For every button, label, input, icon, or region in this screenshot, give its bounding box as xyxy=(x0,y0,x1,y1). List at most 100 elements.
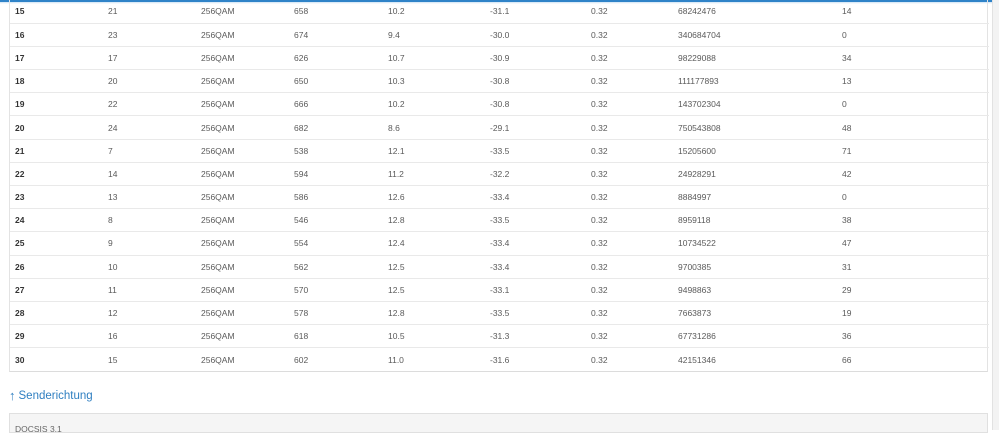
downstream-channel-table: 15 21 256QAM 658 10.2 -31.1 0.32 68242476 14 16 23… xyxy=(9,0,989,372)
table-cell: 13 xyxy=(842,76,852,87)
table-cell: 15205600 xyxy=(678,145,716,156)
table-cell: 8 xyxy=(108,215,113,226)
table-cell: 47 xyxy=(842,238,852,249)
table-cell: -31.3 xyxy=(490,331,510,342)
table-cell: 674 xyxy=(294,29,309,40)
table-row: 16 23 256QAM 674 9.4 -30.0 0.32 340684704 0 xyxy=(10,23,989,47)
table-cell: 21 xyxy=(108,6,118,17)
senderichtung-link[interactable]: ↑ Senderichtung xyxy=(9,389,93,402)
table-cell: 256QAM xyxy=(201,122,235,133)
table-cell: -31.6 xyxy=(490,354,510,365)
table-cell: 12.8 xyxy=(388,308,405,319)
table-cell: 9.4 xyxy=(388,29,400,40)
table-row: 15 21 256QAM 658 10.2 -31.1 0.32 68242476 14 xyxy=(10,0,989,24)
table-cell: 12.6 xyxy=(388,192,405,203)
table-cell: 11.2 xyxy=(388,168,404,179)
table-cell: 256QAM xyxy=(201,192,235,203)
table-cell: 19 xyxy=(842,308,852,319)
table-cell: 7 xyxy=(108,145,113,156)
table-cell: 594 xyxy=(294,168,309,179)
table-cell: -30.8 xyxy=(490,99,510,110)
table-cell: 602 xyxy=(294,354,309,365)
table-cell: 27 xyxy=(15,284,25,295)
table-cell: 14 xyxy=(842,6,852,17)
table-cell: 256QAM xyxy=(201,331,235,342)
docsis-panel: DOCSIS 3.1 xyxy=(9,413,988,434)
table-cell: 25 xyxy=(15,238,25,249)
scrollbar-track[interactable] xyxy=(992,0,999,430)
table-cell: 98229088 xyxy=(678,52,716,63)
table-cell: 578 xyxy=(294,308,309,319)
table-cell: 0.32 xyxy=(591,52,608,63)
table-cell: 22 xyxy=(15,168,25,179)
table-cell: 12 xyxy=(108,308,118,319)
table-cell: 42 xyxy=(842,168,852,179)
table-cell: -33.4 xyxy=(490,261,510,272)
table-cell: 256QAM xyxy=(201,354,235,365)
table-cell: 7663873 xyxy=(678,308,712,319)
table-row: 18 20 256QAM 650 10.3 -30.8 0.32 111177893 13 xyxy=(10,70,989,93)
table-cell: 34 xyxy=(842,52,852,63)
table-cell: 0.32 xyxy=(591,354,608,365)
table-row: 26 10 256QAM 562 12.5 -33.4 0.32 9700385 31 xyxy=(10,255,989,279)
table-cell: 10.2 xyxy=(388,6,405,17)
table-cell: -30.9 xyxy=(490,52,510,63)
table-cell: 12.5 xyxy=(388,284,405,295)
table-cell: 0 xyxy=(842,29,847,40)
table-cell: 256QAM xyxy=(201,52,235,63)
table-cell: 546 xyxy=(294,215,309,226)
table-cell: 8.6 xyxy=(388,122,400,133)
table-cell: 562 xyxy=(294,261,309,272)
table-cell: 340684704 xyxy=(678,29,721,40)
table-cell: -30.0 xyxy=(490,29,510,40)
table-cell: 0.32 xyxy=(591,238,608,249)
table-cell: -33.4 xyxy=(490,192,510,203)
table-cell: 0.32 xyxy=(591,192,608,203)
table-cell: 68242476 xyxy=(678,6,716,17)
table-cell: 570 xyxy=(294,284,309,295)
table-cell: 20 xyxy=(108,76,118,87)
table-cell: 23 xyxy=(108,29,118,40)
table-cell: 658 xyxy=(294,6,309,17)
table-row: 24 8 256QAM 546 12.8 -33.5 0.32 8959118 38 xyxy=(10,209,989,232)
table-cell: 23 xyxy=(15,192,25,203)
table-cell: 10.2 xyxy=(388,99,405,110)
table-cell: 30 xyxy=(15,354,25,365)
table-cell: 0.32 xyxy=(591,122,608,133)
table-cell: 0.32 xyxy=(591,215,608,226)
table-body: 15 21 256QAM 658 10.2 -31.1 0.32 68242476 14 16 23… xyxy=(10,0,989,371)
table-cell: -33.4 xyxy=(490,238,510,249)
table-cell: 256QAM xyxy=(201,6,235,17)
table-cell: 71 xyxy=(842,145,852,156)
table-cell: 8959118 xyxy=(678,215,711,226)
table-cell: 18 xyxy=(15,76,25,87)
table-cell: -33.5 xyxy=(490,145,510,156)
table-cell: 256QAM xyxy=(201,261,235,272)
table-cell: 9498863 xyxy=(678,284,712,295)
table-cell: -29.1 xyxy=(490,122,510,133)
table-cell: 48 xyxy=(842,122,852,133)
table-cell: 256QAM xyxy=(201,215,235,226)
table-cell: -33.5 xyxy=(490,308,510,319)
table-cell: 24 xyxy=(15,215,25,226)
table-cell: 0.32 xyxy=(591,284,608,295)
table-row: 21 7 256QAM 538 12.1 -33.5 0.32 15205600 71 xyxy=(10,139,989,163)
table-cell: 15 xyxy=(15,6,25,17)
table-cell: 256QAM xyxy=(201,29,235,40)
senderichtung-label[interactable]: Senderichtung xyxy=(19,390,93,402)
table-cell: 10734522 xyxy=(678,238,716,249)
table-cell: 15 xyxy=(108,354,118,365)
table-cell: 24 xyxy=(108,122,118,133)
table-cell: 0.32 xyxy=(591,29,608,40)
panel-title: DOCSIS 3.1 xyxy=(15,424,62,434)
table-cell: 256QAM xyxy=(201,284,235,295)
table-cell: 538 xyxy=(294,145,309,156)
table-row: 19 22 256QAM 666 10.2 -30.8 0.32 143702304 0 xyxy=(10,93,989,116)
table-cell: 28 xyxy=(15,308,25,319)
table-cell: 10.3 xyxy=(388,76,405,87)
table-cell: 14 xyxy=(108,168,118,179)
table-cell: -33.1 xyxy=(490,284,510,295)
table-cell: 26 xyxy=(15,261,25,272)
table-cell: 21 xyxy=(15,145,25,156)
table-cell: 66 xyxy=(842,354,852,365)
